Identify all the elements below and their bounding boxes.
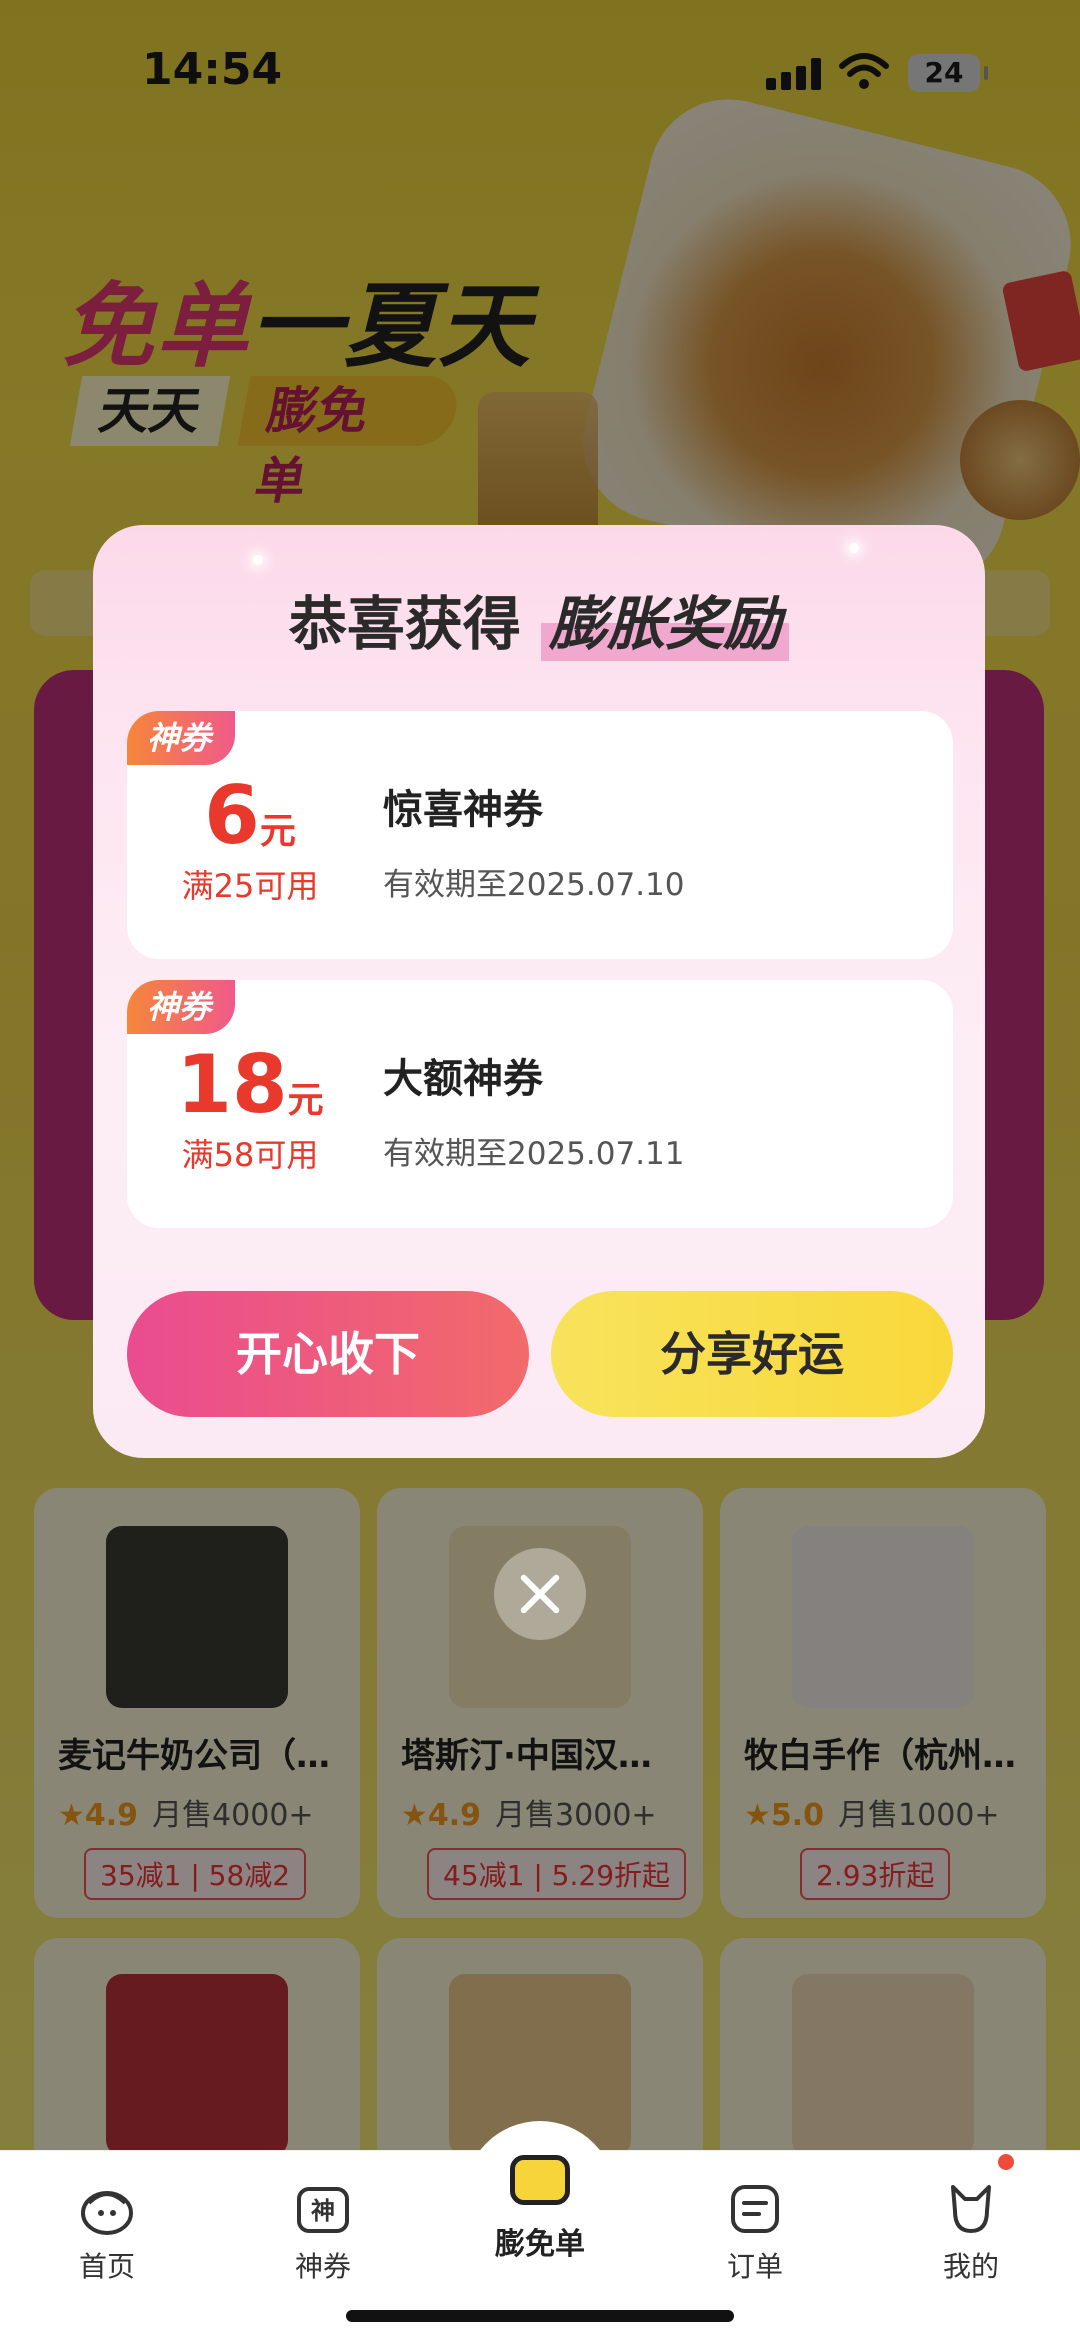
accept-button[interactable]: 开心收下 [127, 1291, 529, 1417]
modal-title-prefix: 恭喜获得 [288, 590, 521, 658]
tab-orders[interactable]: 订单 [680, 2181, 830, 2285]
coupon-icon: 神 [297, 2187, 349, 2233]
free-order-icon [510, 2155, 570, 2205]
coupon-validity: 有效期至2025.07.11 [383, 1136, 685, 1172]
reward-modal: 恭喜获得 膨胀奖励 神券 6元 满25可用 惊喜神券 有效期至2025.07.1… [93, 525, 985, 1458]
tab-free-order[interactable]: 膨免单 [464, 2121, 616, 2273]
tab-label: 膨免单 [495, 2227, 585, 2262]
coupon-amount-unit: 元 [259, 811, 296, 852]
coupon-amount: 6元 [127, 769, 373, 862]
notification-dot [998, 2154, 1014, 2170]
profile-icon [951, 2185, 991, 2233]
coupon-title: 大额神券 [383, 1056, 543, 1102]
coupon-card: 神券 6元 满25可用 惊喜神券 有效期至2025.07.10 [127, 711, 953, 959]
coupon-title: 惊喜神券 [383, 787, 543, 833]
sparkle-decoration [849, 543, 859, 553]
coupon-validity: 有效期至2025.07.10 [383, 867, 685, 903]
tab-label: 神券 [294, 2250, 351, 2283]
sparkle-decoration [253, 555, 263, 565]
coupon-condition: 满25可用 [181, 867, 319, 905]
home-indicator [346, 2310, 734, 2322]
coupon-amount-value: 6 [204, 769, 260, 862]
tab-home[interactable]: 首页 [32, 2181, 182, 2285]
coupon-condition: 满58可用 [181, 1136, 319, 1174]
tab-label: 我的 [942, 2250, 999, 2283]
orders-icon [731, 2185, 779, 2233]
tab-coupons[interactable]: 神 神券 [248, 2181, 398, 2285]
coupon-tag: 神券 [127, 980, 236, 1034]
close-icon[interactable] [494, 1548, 586, 1640]
coupon-amount: 18元 [127, 1038, 373, 1131]
coupon-tag: 神券 [127, 711, 236, 765]
tab-label: 订单 [726, 2250, 783, 2283]
share-luck-button[interactable]: 分享好运 [551, 1291, 953, 1417]
tab-label: 首页 [78, 2250, 135, 2283]
tab-mine[interactable]: 我的 [896, 2181, 1046, 2285]
modal-title-highlight: 膨胀奖励 [541, 577, 790, 661]
home-icon [81, 2191, 133, 2235]
coupon-amount-unit: 元 [287, 1080, 324, 1121]
coupon-amount-value: 18 [176, 1038, 288, 1131]
svg-text:神: 神 [311, 2197, 335, 2225]
modal-title: 恭喜获得 膨胀奖励 [93, 577, 985, 661]
coupon-card: 神券 18元 满58可用 大额神券 有效期至2025.07.11 [127, 980, 953, 1228]
